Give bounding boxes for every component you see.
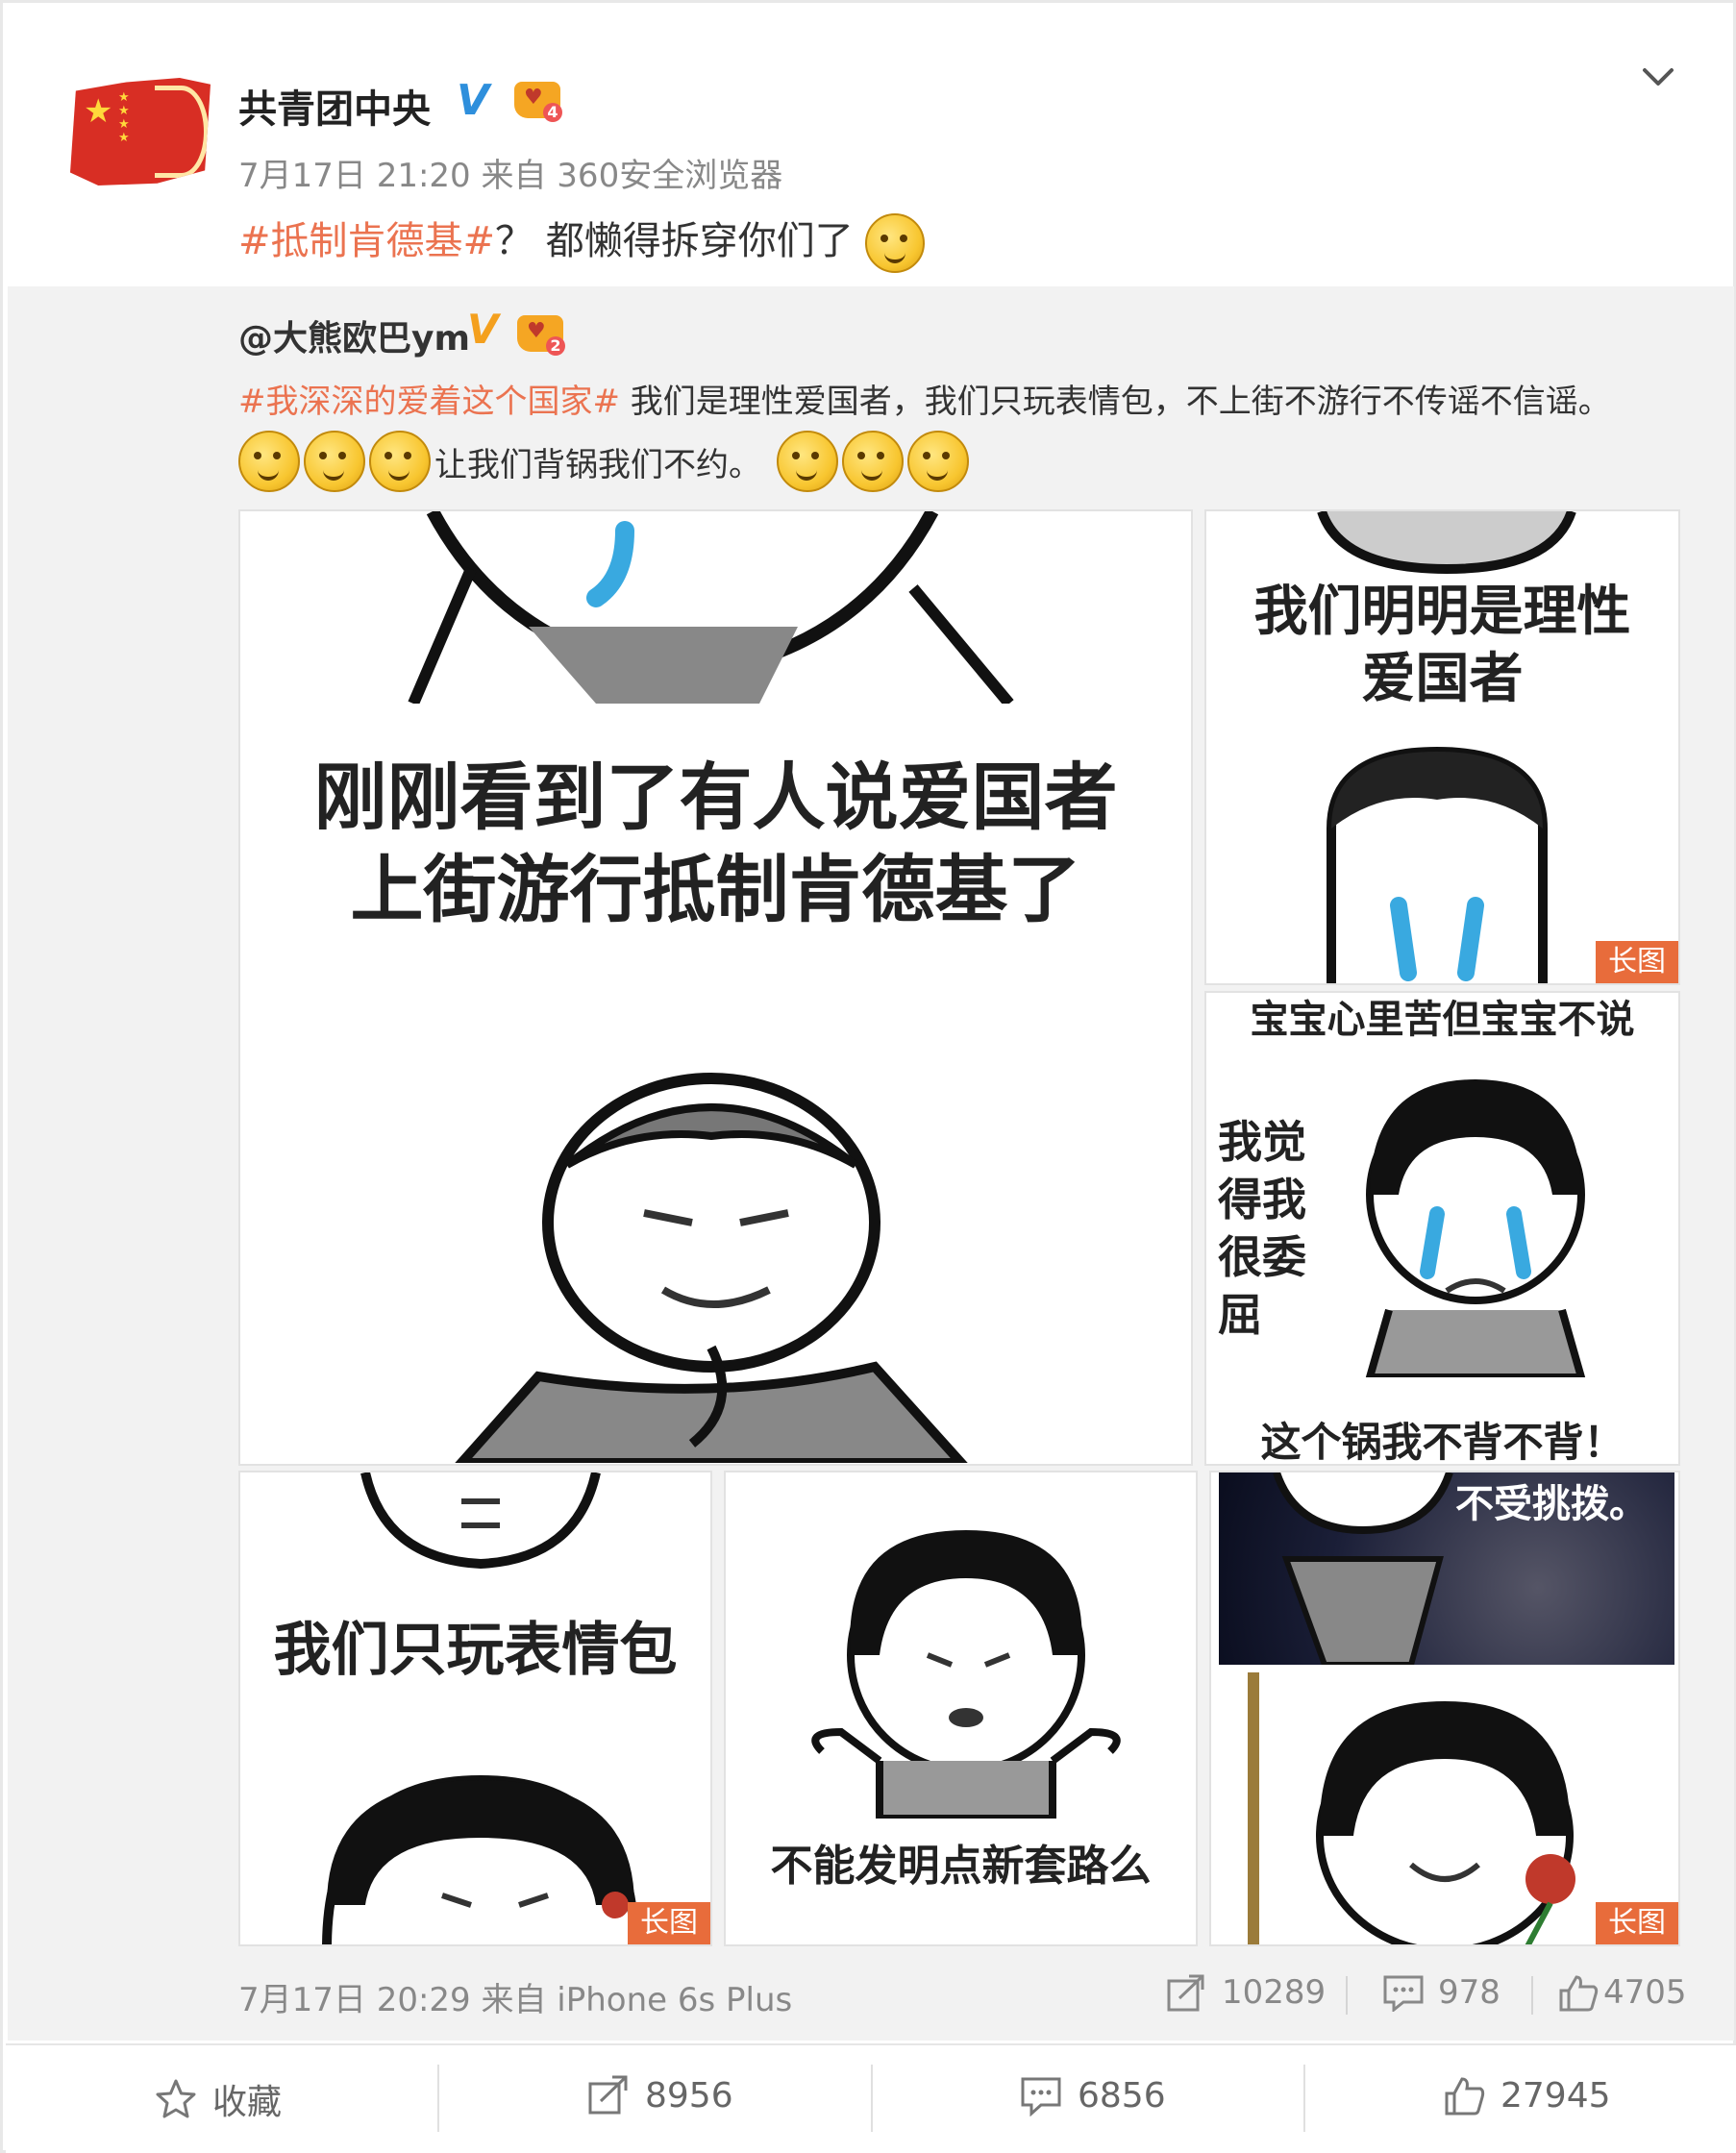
forward-button[interactable]: 8956: [587, 2074, 733, 2116]
verified-icon[interactable]: V: [457, 76, 489, 125]
action-bar: 收藏 8956 6856 27945: [6, 2043, 1736, 2153]
image-caption: 不受挑拨。: [1455, 1482, 1648, 1526]
comment-icon: [1021, 2077, 1061, 2116]
comment-button[interactable]: 6856: [1020, 2074, 1166, 2116]
meme-figure-icon: [1327, 746, 1548, 983]
image-caption: 刚刚看到了有人说爱国者 上街游行抵制肯德基了: [313, 755, 1118, 932]
forward-icon: [588, 2075, 628, 2115]
meme-figure-icon: [1365, 1079, 1586, 1377]
smirk-emoji-icon: [907, 431, 969, 492]
divider: [1303, 2065, 1305, 2132]
like-count: 4705: [1603, 1973, 1687, 2012]
verified-icon[interactable]: V: [467, 306, 499, 353]
heart-icon: ♥: [527, 319, 546, 343]
meme-figure-icon: [1316, 1701, 1575, 1944]
image-thumbnail-1[interactable]: 刚刚看到了有人说爱国者 上街游行抵制肯德基了: [238, 509, 1193, 1466]
smirk-emoji-icon: [777, 431, 838, 492]
repost-like-button[interactable]: 4705: [1557, 1973, 1687, 2012]
repost-body-2: 让我们背锅我们不约。: [434, 445, 761, 484]
crown-badge-icon[interactable]: ♥ 2: [517, 315, 565, 356]
comment-count: 6856: [1078, 2075, 1166, 2116]
long-image-tag: 长图: [1596, 1902, 1678, 1944]
smirk-emoji-icon: [238, 431, 300, 492]
meme-figure-icon: [360, 1472, 601, 1570]
repost-hashtag[interactable]: #我深深的爱着这个国家#: [238, 383, 620, 421]
image-caption: 宝宝心里苦但宝宝不说: [1250, 998, 1635, 1042]
repost-body: 我们是理性爱国者，我们只玩表情包，不上街不游行不传谣不信谣。: [619, 383, 1611, 421]
like-button[interactable]: 27945: [1443, 2074, 1611, 2116]
badge-level: 4: [543, 103, 562, 122]
comment-icon: [1383, 1975, 1424, 2012]
image-caption-bottom: 这个锅我不背不背！: [1260, 1419, 1624, 1466]
divider: [871, 2065, 873, 2132]
image-side-caption: 我觉 得我 很委屈: [1218, 1116, 1306, 1341]
divider: [1346, 1976, 1348, 2015]
image-thumbnail-4[interactable]: 我们只玩表情包 长图: [238, 1471, 712, 1946]
star-icon: [156, 2079, 196, 2118]
meme-figure-icon: [1273, 1472, 1453, 1665]
like-icon: [1559, 1975, 1599, 2012]
smirk-emoji-icon: [369, 431, 431, 492]
post-hashtag[interactable]: #抵制肯德基#: [238, 219, 495, 263]
heart-icon: ♥: [524, 86, 543, 110]
repost-text-line1: #我深深的爱着这个国家# 我们是理性爱国者，我们只玩表情包，不上街不游行不传谣不…: [238, 375, 1611, 422]
repost-author[interactable]: @大熊欧巴ym: [238, 310, 470, 360]
repost-text-line2: 让我们背锅我们不约。: [238, 431, 969, 492]
repost-meta: 7月17日 20:29 来自 iPhone 6s Plus: [238, 1981, 793, 2019]
post-meta: 7月17日 21:20 来自 360安全浏览器: [238, 157, 783, 195]
favorite-label: 收藏: [212, 2083, 283, 2122]
image-caption: 我们明明是理性 爱国者: [1253, 581, 1631, 710]
meme-figure-icon: [811, 1530, 1121, 1819]
weibo-card: ★ ★ ★ ★ ★ 共青团中央 V ♥ 4 7月17日 21:20 来自 360…: [0, 0, 1736, 2153]
flag-small-stars-icon: ★ ★ ★ ★: [118, 90, 132, 145]
repost-block: @大熊欧巴ym V ♥ 2 #我深深的爱着这个国家# 我们是理性爱国者，我们只玩…: [8, 286, 1734, 2041]
repost-forward-button[interactable]: 10289: [1166, 1973, 1326, 2012]
image-caption: 我们只玩表情包: [273, 1617, 678, 1684]
favorite-button[interactable]: 收藏: [155, 2074, 282, 2124]
comment-count: 978: [1438, 1973, 1500, 2012]
image-thumbnail-5[interactable]: 不能发明点新套路么: [724, 1471, 1198, 1946]
badge-level: 2: [546, 336, 565, 356]
smirk-emoji-icon: [865, 213, 926, 273]
long-image-tag: 长图: [628, 1902, 710, 1944]
image-caption: 不能发明点新套路么: [770, 1842, 1152, 1891]
image-thumbnail-3[interactable]: 宝宝心里苦但宝宝不说 我觉 得我 很委屈 这个锅我不背不背！: [1204, 991, 1680, 1466]
long-image-tag: 长图: [1596, 941, 1678, 983]
image-thumbnail-6[interactable]: 不受挑拨。 长图: [1209, 1471, 1680, 1946]
forward-icon: [1167, 1974, 1204, 2012]
post-text: #抵制肯德基#？ 都懒得拆穿你们了: [238, 210, 926, 273]
like-icon: [1445, 2077, 1485, 2116]
meme-figure-icon: [455, 1073, 968, 1463]
forward-count: 10289: [1222, 1973, 1327, 2012]
avatar[interactable]: ★ ★ ★ ★ ★: [70, 78, 211, 186]
repost-comment-button[interactable]: 978: [1382, 1973, 1500, 2012]
smirk-emoji-icon: [842, 431, 904, 492]
flag-star-icon: ★: [84, 92, 113, 131]
profile-silhouette-icon: [155, 86, 209, 178]
crown-badge-icon[interactable]: ♥ 4: [514, 82, 562, 122]
image-thumbnail-2[interactable]: 我们明明是理性 爱国者 长图: [1204, 509, 1680, 985]
divider: [1531, 1976, 1533, 2015]
smirk-emoji-icon: [304, 431, 365, 492]
like-count: 27945: [1500, 2075, 1611, 2116]
chevron-down-icon[interactable]: [1639, 59, 1677, 97]
forward-count: 8956: [645, 2075, 733, 2116]
meme-figure-icon: [1317, 511, 1576, 575]
meme-figure-icon: [322, 1774, 639, 1944]
meme-figure-icon: [408, 511, 1014, 704]
divider: [437, 2065, 439, 2132]
account-name[interactable]: 共青团中央: [238, 78, 431, 134]
post-body: ？ 都懒得拆穿你们了: [495, 219, 854, 263]
space-background: 不受挑拨。: [1219, 1472, 1674, 1665]
